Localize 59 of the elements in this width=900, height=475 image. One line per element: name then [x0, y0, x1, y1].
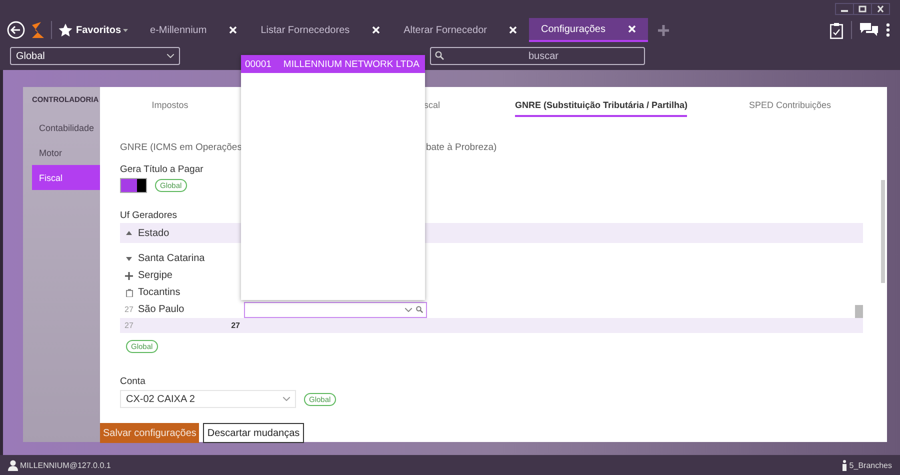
add-icon[interactable]	[125, 272, 133, 280]
field-label: Gera Título a Pagar	[120, 164, 204, 175]
info-icon	[842, 460, 848, 470]
field-label: Conta	[120, 376, 146, 387]
more-icon[interactable]	[886, 23, 890, 37]
search-icon[interactable]	[416, 306, 423, 313]
table-cell-text: São Paulo	[138, 304, 186, 315]
account-select[interactable]: CX-02 CAIXA 2	[120, 390, 296, 408]
trash-icon[interactable]	[126, 288, 132, 296]
star-icon[interactable]	[58, 22, 73, 38]
content-tab[interactable]: scal	[410, 95, 440, 117]
logo-icon[interactable]	[31, 22, 45, 38]
toggle-switch[interactable]	[120, 178, 147, 193]
favorites-menu[interactable]: Favoritos	[76, 24, 128, 36]
table-row[interactable]: Tocantins	[120, 284, 863, 301]
sidebar-item[interactable]: Fiscal	[32, 165, 100, 190]
branches-status: 5_Branches	[842, 460, 892, 470]
table-cell-text: Santa Catarina	[138, 253, 206, 264]
row-count: 27	[124, 321, 134, 330]
section-title: bate à Probreza)	[426, 142, 497, 155]
search-field[interactable]: buscar	[430, 47, 645, 65]
save-button[interactable]: Salvar configurações	[100, 423, 200, 443]
section-title: GNRE (ICMS em Operações	[120, 142, 242, 155]
user-status: MILLENNIUM@127.0.0.1	[8, 460, 111, 470]
sidebar-item[interactable]: Motor	[32, 140, 100, 165]
field-label: Uf Geradores	[120, 210, 178, 221]
app-tab[interactable]: Configurações	[529, 18, 648, 42]
app-tab[interactable]: Alterar Fornecedor	[392, 18, 530, 42]
table-row[interactable]: Santa Catarina	[120, 250, 863, 267]
scrollbar[interactable]	[855, 305, 863, 318]
sidebar-item[interactable]: Contabilidade	[32, 115, 100, 140]
chevron-down-icon	[283, 397, 290, 401]
column-header[interactable]: Estado	[138, 228, 244, 238]
company-field[interactable]	[244, 302, 427, 318]
back-icon[interactable]	[7, 21, 25, 39]
clipboard-icon[interactable]	[830, 22, 843, 38]
table-row[interactable]: Sergipe	[120, 267, 863, 284]
content-tab[interactable]: Impostos	[110, 95, 230, 117]
column-total: 27	[230, 321, 241, 330]
caret-icon	[123, 28, 128, 32]
discard-button[interactable]: Descartar mudanças	[203, 423, 304, 443]
chat-icon[interactable]	[860, 23, 878, 37]
table-cell-text: Sergipe	[138, 270, 174, 281]
chevron-down-icon[interactable]	[405, 308, 412, 312]
content-tab[interactable]: SPED Contribuições	[735, 95, 845, 117]
search-icon	[435, 51, 444, 60]
app-tab[interactable]: e-Millennium	[138, 18, 249, 42]
table-cell-text: Tocantins	[138, 287, 182, 298]
add-icon[interactable]	[658, 24, 668, 36]
content-tab[interactable]: GNRE (Substituição Tributária / Partilha)	[515, 95, 687, 117]
scrollbar[interactable]	[881, 180, 885, 283]
scope-select[interactable]: Global	[10, 47, 180, 65]
chevron-down-icon	[167, 54, 174, 58]
row-number: 27	[124, 305, 134, 314]
user-icon	[8, 460, 18, 470]
sort-up-icon[interactable]	[126, 231, 132, 235]
app-tab[interactable]: Listar Fornecedores	[248, 18, 392, 42]
sort-down-icon[interactable]	[126, 256, 132, 260]
dropdown-item[interactable]: 00001 MILLENNIUM NETWORK LTDA	[241, 55, 425, 73]
